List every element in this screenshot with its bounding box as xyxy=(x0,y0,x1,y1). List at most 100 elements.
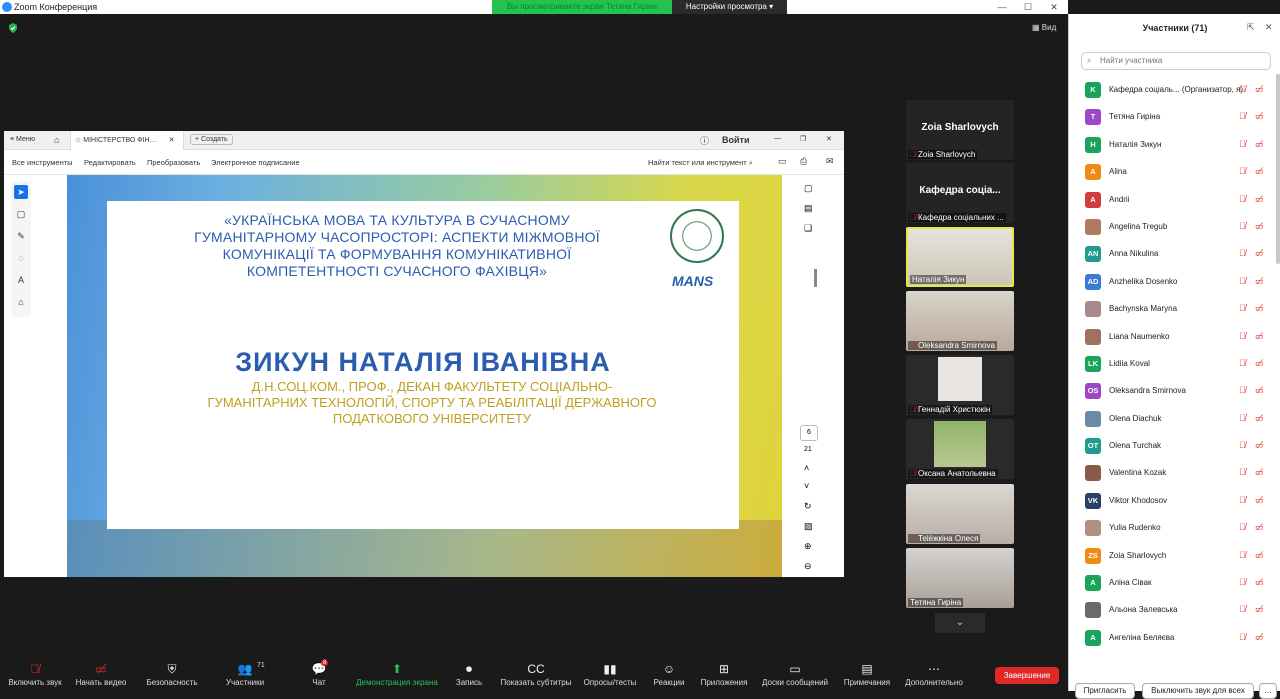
video-off-icon[interactable]: ▭̸ xyxy=(1255,467,1264,478)
participant-row[interactable]: K Кафедра соціаль... (Организатор, я) 🎙̸ ▭̸ xyxy=(1069,77,1280,104)
participant-row[interactable]: AN Anna Nikulina 🎙̸ ▭̸ xyxy=(1069,241,1280,268)
toolbar-button-notes[interactable]: ▤ Примечания xyxy=(842,660,892,691)
bookmark-icon[interactable]: ▤ xyxy=(804,203,813,214)
video-off-icon[interactable]: ▭̸ xyxy=(1255,331,1264,342)
video-tile-active-speaker[interactable]: Наталія Зикун xyxy=(906,227,1014,287)
tool-esign[interactable]: Электронное подписание xyxy=(211,158,300,167)
comment-icon[interactable]: ▢ xyxy=(804,183,813,194)
page-up-icon[interactable]: ˄ xyxy=(804,463,809,473)
mute-all-button[interactable]: Выключить звук для всех xyxy=(1142,683,1254,699)
pen-tool-icon[interactable]: ✎ xyxy=(14,229,28,243)
video-off-icon[interactable]: ▭̸ xyxy=(1255,139,1264,150)
create-button[interactable]: + Создать xyxy=(190,134,233,145)
video-off-icon[interactable]: ▭̸ xyxy=(1255,111,1264,122)
participant-search-input[interactable]: ⌕ Найти участника xyxy=(1081,52,1271,70)
zoom-in-icon[interactable]: ⊕ xyxy=(804,541,812,552)
toolbar-button-record[interactable]: ⏺ Запись xyxy=(455,660,483,691)
document-tab[interactable]: ☆ МІНІСТЕРСТВО ФІН… ✕ xyxy=(70,131,184,150)
toolbar-button-security[interactable]: ⛨ Безопасность xyxy=(146,660,198,691)
video-off-icon[interactable]: ▭̸ xyxy=(1255,385,1264,396)
video-tile[interactable]: Тетяна Гиріна xyxy=(906,548,1014,608)
close-icon[interactable]: ✕ xyxy=(826,135,832,143)
toolbar-button-whiteboards[interactable]: ▭ Доски сообщений xyxy=(760,660,830,691)
mic-muted-icon[interactable]: 🎙̸ xyxy=(1239,84,1246,94)
close-tab-icon[interactable]: ✕ xyxy=(169,137,175,144)
mic-muted-icon[interactable]: 🎙̸ xyxy=(1239,522,1246,532)
toolbar-button-unmute[interactable]: 🎙̸ Включить звук xyxy=(6,660,64,691)
video-tile[interactable]: Zoia Sharlovych 🎙̸ Zoia Sharlovych xyxy=(906,100,1014,160)
view-button[interactable]: ▦ Вид xyxy=(1032,23,1056,32)
participant-row[interactable]: Альона Залевська 🎙̸ ▭̸ xyxy=(1069,597,1280,624)
video-tile[interactable]: 🎙̸ Oleksandra Smirnova xyxy=(906,291,1014,351)
shield-icon[interactable] xyxy=(8,23,18,33)
participant-row[interactable]: Olena Diachuk 🎙̸ ▭̸ xyxy=(1069,406,1280,433)
pdf-search[interactable]: Найти текст или инструмент ⌕ xyxy=(648,158,753,168)
video-off-icon[interactable]: ▭̸ xyxy=(1255,303,1264,314)
video-off-icon[interactable]: ▭̸ xyxy=(1255,440,1264,451)
mic-muted-icon[interactable]: 🎙̸ xyxy=(1239,495,1246,505)
mic-muted-icon[interactable]: 🎙̸ xyxy=(1239,604,1246,614)
video-off-icon[interactable]: ▭̸ xyxy=(1255,413,1264,424)
mic-muted-icon[interactable]: 🎙̸ xyxy=(1239,139,1246,149)
signin-button[interactable]: Войти xyxy=(722,135,749,145)
toolbar-button-start-video[interactable]: ▭̸ Начать видео xyxy=(74,660,128,691)
video-tile[interactable]: 🎙̸ Оксана Анатольевна xyxy=(906,419,1014,479)
toolbar-button-reactions[interactable]: ☺ Реакции xyxy=(652,660,686,691)
tool-all[interactable]: Все инструменты xyxy=(12,158,73,167)
mic-muted-icon[interactable]: 🎙̸ xyxy=(1239,221,1246,231)
mic-muted-icon[interactable]: 🎙̸ xyxy=(1239,467,1246,477)
close-icon[interactable]: ✕ xyxy=(1041,0,1067,14)
video-off-icon[interactable]: ▭̸ xyxy=(1255,604,1264,615)
participant-row[interactable]: T Тетяна Гиріна 🎙̸ ▭̸ xyxy=(1069,104,1280,131)
more-options-icon[interactable]: … xyxy=(1259,683,1277,699)
restore-icon[interactable]: ❐ xyxy=(800,135,806,143)
tool-edit[interactable]: Редактировать xyxy=(84,158,136,167)
toolbar-button-share-screen[interactable]: ⬆ Демонстрация экрана xyxy=(355,660,439,691)
toolbar-button-chat[interactable]: 💬 Чат 8 xyxy=(311,660,329,691)
tool-convert[interactable]: Преобразовать xyxy=(147,158,200,167)
popout-icon[interactable]: ⇱ xyxy=(1247,22,1255,33)
participant-row[interactable]: A Аліна Сівак 🎙̸ ▭̸ xyxy=(1069,570,1280,597)
close-panel-icon[interactable]: ✕ xyxy=(1265,22,1273,33)
mic-muted-icon[interactable]: 🎙̸ xyxy=(1239,248,1246,258)
participant-row[interactable]: A Ангеліна Беляєва 🎙̸ ▭̸ xyxy=(1069,625,1280,652)
menu-button[interactable]: ≡ Меню xyxy=(10,136,35,143)
scrollbar[interactable] xyxy=(814,269,817,287)
toolbar-button-participants[interactable]: 👥 Участники 71 xyxy=(225,660,265,691)
participant-row[interactable]: A Andrii 🎙̸ ▭̸ xyxy=(1069,187,1280,214)
video-off-icon[interactable]: ▭̸ xyxy=(1255,632,1264,643)
fit-page-icon[interactable]: ▧ xyxy=(804,521,813,532)
zoom-out-icon[interactable]: ⊖ xyxy=(804,561,812,572)
video-off-icon[interactable]: ▭̸ xyxy=(1255,84,1264,95)
toolbar-button-captions[interactable]: CC Показать субтитры xyxy=(500,660,572,691)
lasso-tool-icon[interactable]: ◌ xyxy=(14,251,28,265)
mic-muted-icon[interactable]: 🎙̸ xyxy=(1239,331,1246,341)
end-meeting-button[interactable]: Завершение xyxy=(995,667,1059,684)
mail-icon[interactable]: ✉ xyxy=(826,156,834,167)
video-tile[interactable]: 🎙̸ Теléжкіна Олеся xyxy=(906,484,1014,544)
mic-muted-icon[interactable]: 🎙̸ xyxy=(1239,303,1246,313)
maximize-icon[interactable]: ☐ xyxy=(1015,0,1041,14)
participant-row[interactable]: ZS Zoia Sharlovych 🎙̸ ▭̸ xyxy=(1069,543,1280,570)
participant-row[interactable]: H Наталія Зикун 🎙̸ ▭̸ xyxy=(1069,132,1280,159)
participant-row[interactable]: Liana Naumenko 🎙̸ ▭̸ xyxy=(1069,324,1280,351)
mic-muted-icon[interactable]: 🎙̸ xyxy=(1239,276,1246,286)
participant-row[interactable]: OS Oleksandra Smirnova 🎙̸ ▭̸ xyxy=(1069,378,1280,405)
view-settings-button[interactable]: Настройки просмотра ▾ xyxy=(672,0,787,14)
video-off-icon[interactable]: ▭̸ xyxy=(1255,550,1264,561)
toolbar-button-more[interactable]: ⋯ Дополнительно xyxy=(903,660,965,691)
mic-muted-icon[interactable]: 🎙̸ xyxy=(1239,358,1246,368)
video-tile[interactable]: 🎙̸ Геннадій Христюкін xyxy=(906,355,1014,415)
help-icon[interactable]: ⓘ xyxy=(700,134,709,147)
mic-muted-icon[interactable]: 🎙̸ xyxy=(1239,577,1246,587)
mic-muted-icon[interactable]: 🎙̸ xyxy=(1239,111,1246,121)
participant-row[interactable]: AD Anzhelika Dosenko 🎙̸ ▭̸ xyxy=(1069,269,1280,296)
select-tool-icon[interactable]: ➤ xyxy=(14,185,28,199)
mic-muted-icon[interactable]: 🎙̸ xyxy=(1239,550,1246,560)
video-off-icon[interactable]: ▭̸ xyxy=(1255,276,1264,287)
mic-muted-icon[interactable]: 🎙̸ xyxy=(1239,440,1246,450)
invite-button[interactable]: Пригласить xyxy=(1075,683,1135,699)
refresh-icon[interactable]: ↻ xyxy=(804,501,812,512)
video-off-icon[interactable]: ▭̸ xyxy=(1255,358,1264,369)
participant-row[interactable]: VK Viktor Khodosov 🎙̸ ▭̸ xyxy=(1069,488,1280,515)
